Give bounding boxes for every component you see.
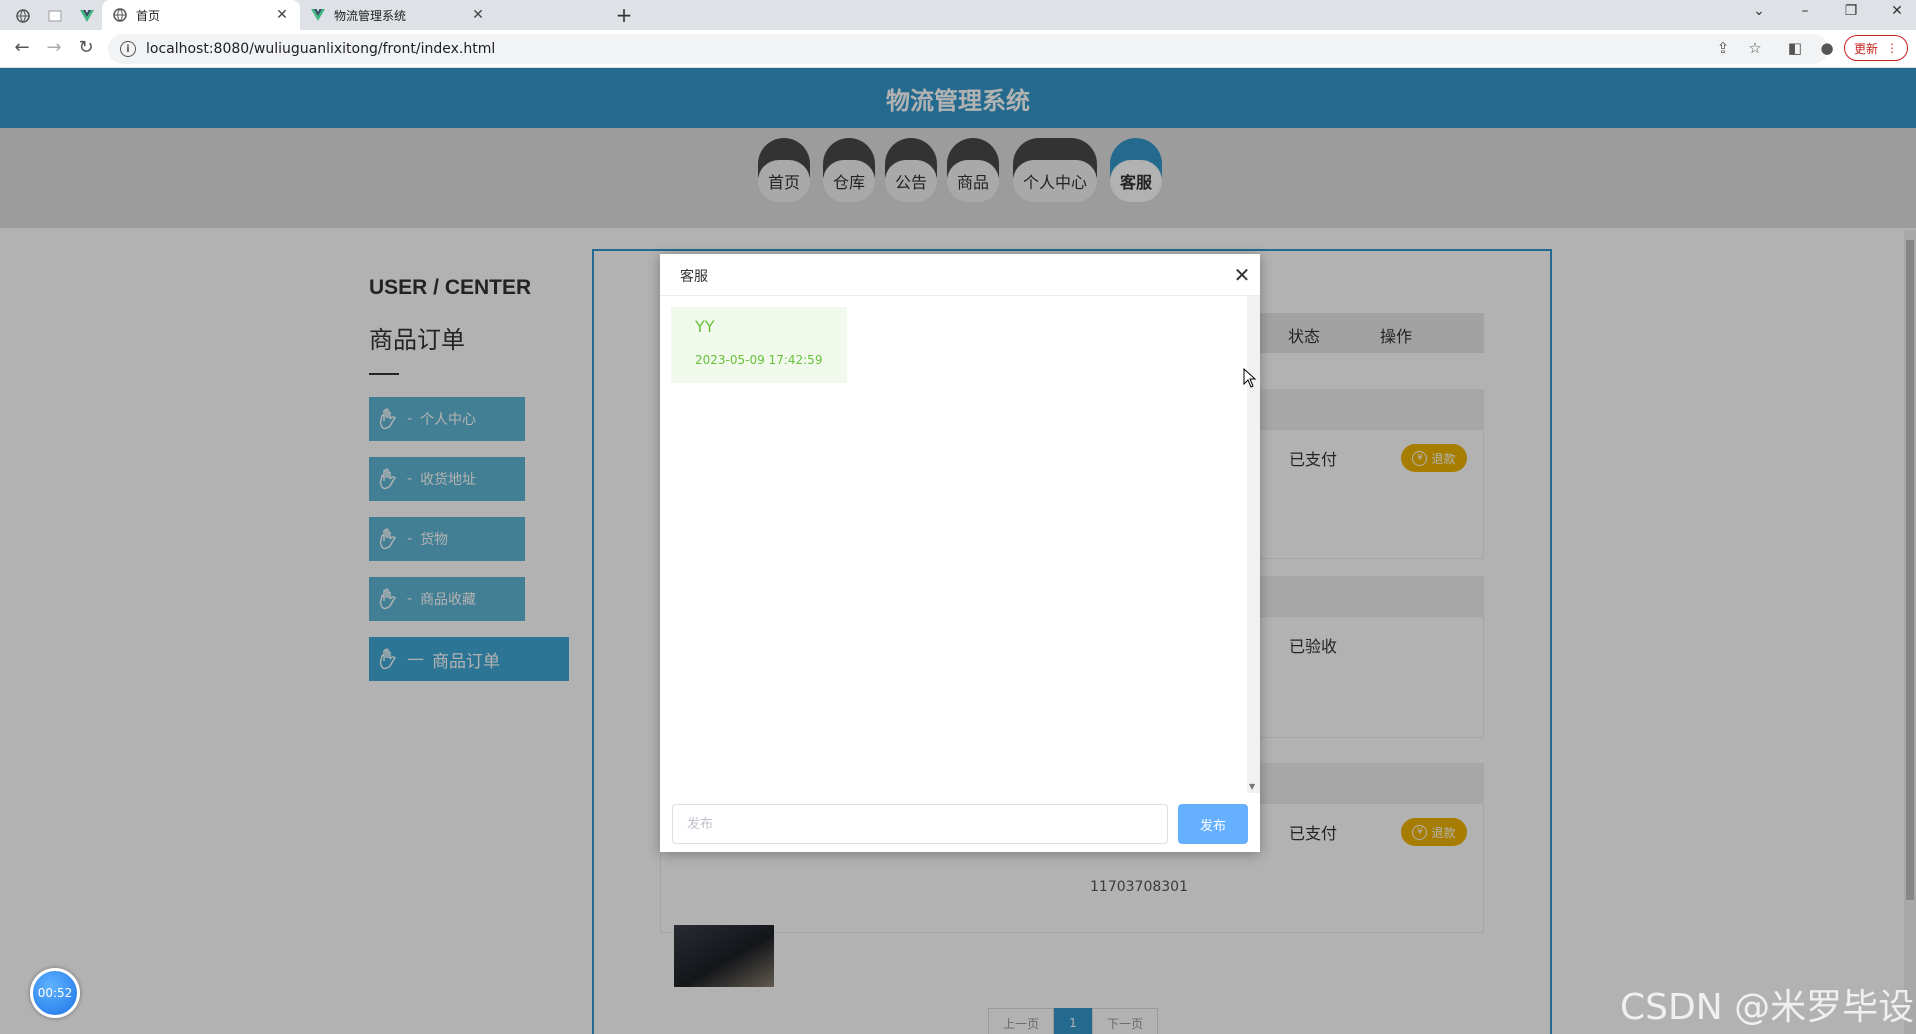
share-icon[interactable]: ⇪ bbox=[1712, 39, 1734, 57]
dialog-title: 客服 bbox=[680, 269, 708, 285]
back-icon[interactable]: ← bbox=[10, 37, 34, 58]
tab-search-icon[interactable]: ⌄ bbox=[1744, 3, 1774, 19]
side-panel-icon[interactable]: ◧ bbox=[1784, 39, 1806, 57]
recording-timer[interactable]: 00:52 bbox=[30, 968, 80, 1018]
url-text[interactable]: localhost:8080/wuliuguanlixitong/front/i… bbox=[146, 41, 495, 57]
dialog-footer: 发布 bbox=[660, 794, 1260, 852]
globe-icon bbox=[112, 7, 128, 23]
reload-icon[interactable]: ↻ bbox=[74, 37, 98, 58]
tab-title: 首页 bbox=[136, 8, 161, 23]
tab-title: 物流管理系统 bbox=[334, 8, 407, 23]
message-sender: YY bbox=[695, 317, 715, 336]
browser-tab-bar: 首页 ✕ 物流管理系统 ✕ + ⌄ – ❐ ✕ bbox=[0, 0, 1916, 30]
browser-tab-logistics[interactable]: 物流管理系统 ✕ bbox=[300, 0, 496, 30]
close-icon[interactable]: ✕ bbox=[470, 7, 486, 23]
info-icon[interactable]: i bbox=[120, 41, 136, 57]
new-tab-icon[interactable]: + bbox=[612, 3, 636, 27]
restore-icon[interactable]: ❐ bbox=[1836, 3, 1866, 19]
message-time: 2023-05-09 17:42:59 bbox=[695, 353, 823, 367]
update-button[interactable]: 更新 ⋮ bbox=[1844, 35, 1908, 61]
message-input[interactable] bbox=[672, 804, 1168, 844]
address-bar[interactable]: i localhost:8080/wuliuguanlixitong/front… bbox=[108, 34, 1828, 64]
globe-icon[interactable] bbox=[12, 5, 34, 27]
web-page: 物流管理系统 首页 仓库 公告 商品 个人中心 客服 USER / CENTER… bbox=[0, 68, 1916, 1034]
update-label: 更新 bbox=[1853, 41, 1878, 56]
scroll-down-arrow-icon[interactable]: ▼ bbox=[1249, 782, 1255, 791]
profile-icon[interactable]: ● bbox=[1816, 39, 1838, 57]
watermark: CSDN @米罗毕设 bbox=[1620, 987, 1915, 1028]
forward-icon[interactable]: → bbox=[42, 37, 66, 58]
close-icon[interactable]: ✕ bbox=[274, 7, 290, 23]
close-icon[interactable]: ✕ bbox=[1232, 263, 1252, 287]
bookmark-star-icon[interactable]: ☆ bbox=[1744, 39, 1766, 57]
vue-logo-icon bbox=[310, 7, 326, 23]
customer-service-dialog: 客服 ✕ YY 2023-05-09 17:42:59 ▼ 发布 bbox=[660, 254, 1260, 852]
close-window-icon[interactable]: ✕ bbox=[1882, 3, 1912, 19]
mouse-cursor-icon bbox=[1243, 368, 1257, 388]
browser-tab-home[interactable]: 首页 ✕ bbox=[102, 0, 300, 30]
minimize-icon[interactable]: – bbox=[1790, 3, 1820, 19]
chat-messages[interactable]: YY 2023-05-09 17:42:59 ▼ bbox=[660, 296, 1260, 793]
chat-message: YY 2023-05-09 17:42:59 bbox=[671, 307, 847, 383]
more-vert-icon: ⋮ bbox=[1886, 41, 1898, 55]
send-button[interactable]: 发布 bbox=[1178, 804, 1248, 844]
blank-page-icon[interactable] bbox=[44, 5, 66, 27]
dialog-header: 客服 ✕ bbox=[660, 254, 1260, 296]
vue-logo-icon[interactable] bbox=[76, 5, 98, 27]
browser-toolbar: ← → ↻ i localhost:8080/wuliuguanlixitong… bbox=[0, 30, 1916, 68]
